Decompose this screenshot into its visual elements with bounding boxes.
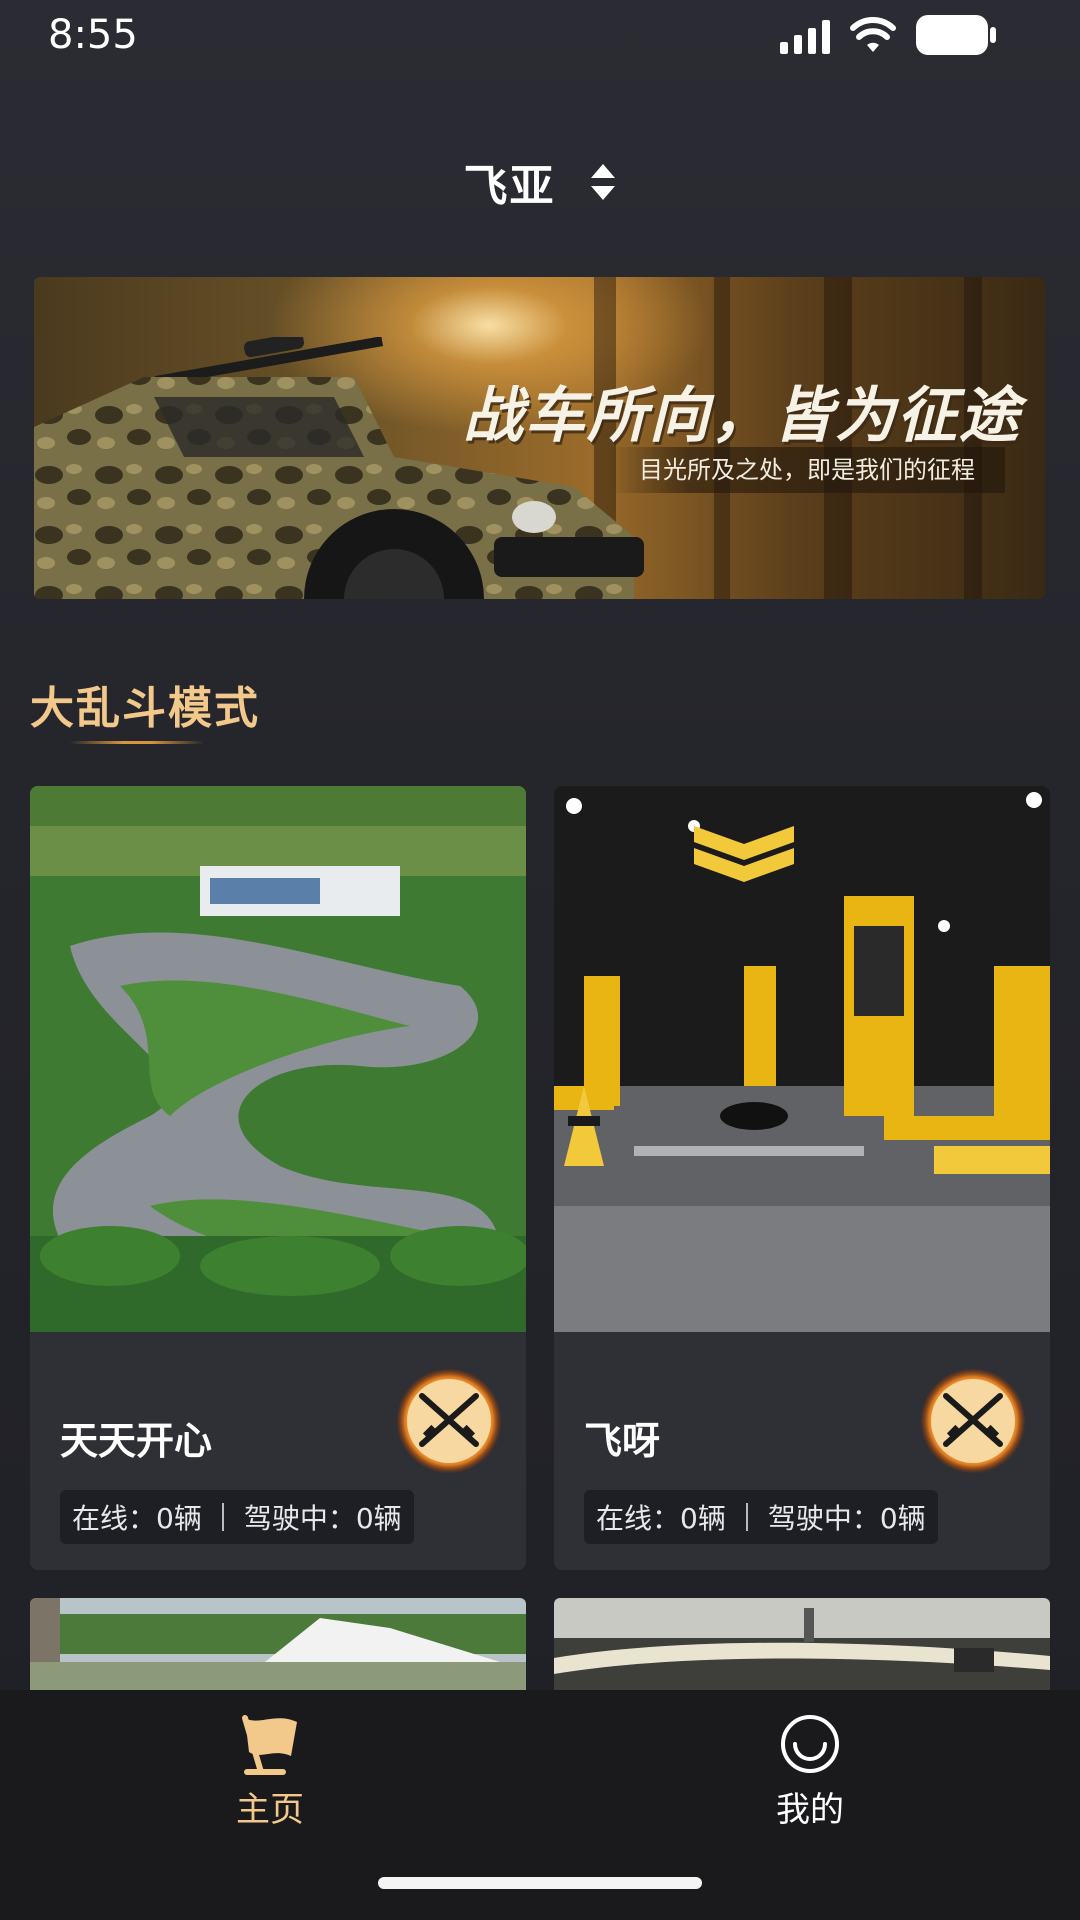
sort-updown-icon[interactable]: [589, 162, 617, 202]
tab-home-label: 主页: [236, 1790, 304, 1830]
venue-card-partial[interactable]: [30, 1598, 526, 1690]
venue-card-partial[interactable]: [554, 1598, 1050, 1690]
stats-divider: [745, 1503, 748, 1531]
tab-mine[interactable]: 我的: [710, 1712, 910, 1831]
banner-headline: 战车所向，皆为征途: [463, 381, 1021, 451]
tab-mine-label: 我的: [776, 1790, 844, 1830]
section-title: 大乱斗模式: [30, 683, 260, 734]
crossed-rifles-icon: [397, 1369, 501, 1473]
home-indicator[interactable]: [378, 1877, 702, 1889]
venue-stats: 在线：0辆 驾驶中：0辆: [584, 1490, 938, 1544]
smiley-icon: [781, 1715, 839, 1773]
crossed-rifles-icon: [921, 1369, 1025, 1473]
tab-home[interactable]: 主页: [170, 1712, 370, 1831]
status-bar: 8:55: [0, 0, 1080, 70]
promo-banner[interactable]: 战车所向，皆为征途 目光所及之处，即是我们的征程: [34, 277, 1045, 599]
venue-card[interactable]: 飞呀 在线：0辆 驾驶中：0辆: [554, 786, 1050, 1570]
venue-name: 飞呀: [584, 1419, 661, 1463]
online-count: 在线：0辆: [72, 1502, 202, 1535]
venue-card[interactable]: 天天开心 在线：0辆 驾驶中：0辆: [30, 786, 526, 1570]
driving-count: 驾驶中：0辆: [243, 1502, 402, 1535]
header-title: 飞亚: [463, 161, 556, 212]
section-underline: [70, 741, 204, 744]
signal-icon: [780, 20, 830, 54]
venue-name: 天天开心: [60, 1419, 213, 1463]
venue-switcher[interactable]: 飞亚: [0, 150, 1080, 220]
venue-photo-track-stands: [554, 1598, 1050, 1690]
online-count: 在线：0辆: [596, 1502, 726, 1535]
wifi-icon: [850, 17, 896, 52]
banner-subtitle: 目光所及之处，即是我们的征程: [609, 447, 1005, 493]
venue-stats: 在线：0辆 驾驶中：0辆: [60, 1490, 414, 1544]
stats-divider: [221, 1503, 224, 1531]
venue-photo-indoor-track: [554, 786, 1050, 1332]
venue-photo-tent: [30, 1598, 526, 1690]
driving-count: 驾驶中：0辆: [767, 1502, 926, 1535]
battery-icon: [916, 15, 996, 55]
flag-icon: [242, 1715, 297, 1775]
venue-photo-outdoor-track: [30, 786, 526, 1332]
status-time: 8:55: [48, 12, 138, 58]
